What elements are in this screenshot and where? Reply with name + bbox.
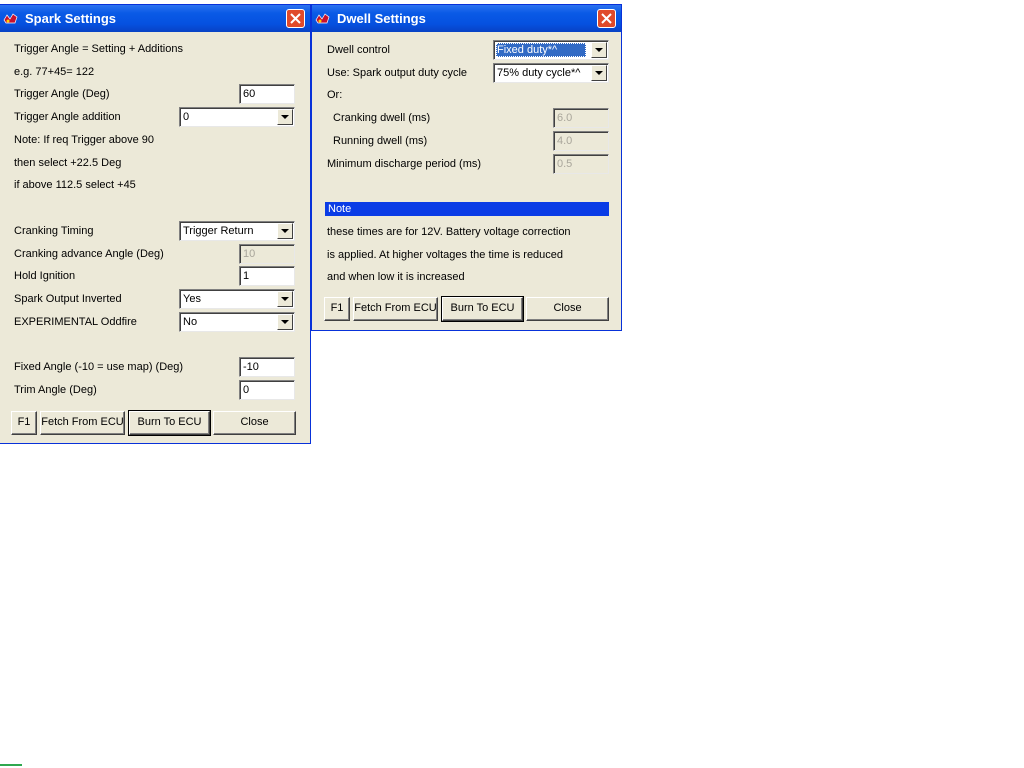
min-discharge-label: Minimum discharge period (ms) — [327, 158, 482, 170]
close-button[interactable] — [286, 9, 305, 28]
min-discharge-input: 0.5 — [553, 154, 609, 174]
trim-angle-label: Trim Angle (Deg) — [14, 384, 97, 396]
chevron-down-icon — [595, 48, 603, 52]
trigger-angle-input[interactable]: 60 — [239, 84, 295, 104]
note-line-3: if above 112.5 select +45 — [14, 179, 136, 191]
f1-help-button[interactable]: F1 — [324, 297, 350, 321]
cranking-dwell-input: 6.0 — [553, 108, 609, 128]
dwell-title-bar[interactable]: Dwell Settings — [312, 5, 621, 32]
or-label: Or: — [327, 89, 343, 101]
close-x-icon — [290, 13, 301, 24]
chevron-down-icon — [281, 297, 289, 301]
dropdown-button[interactable] — [277, 291, 293, 307]
fixed-angle-label: Fixed Angle (-10 = use map) (Deg) — [14, 361, 184, 373]
note-line-1: these times are for 12V. Battery voltage… — [327, 226, 571, 238]
trim-angle-input[interactable]: 0 — [239, 380, 295, 400]
close-button[interactable] — [597, 9, 616, 28]
cranking-dwell-label: Cranking dwell (ms) — [333, 112, 431, 124]
running-dwell-input: 4.0 — [553, 131, 609, 151]
close-dialog-button[interactable]: Close — [526, 297, 609, 321]
trigger-addition-select[interactable]: 0 — [179, 107, 295, 127]
dropdown-button[interactable] — [277, 223, 293, 239]
note-line-2: is applied. At higher voltages the time … — [327, 249, 564, 261]
close-x-icon — [601, 13, 612, 24]
spark-settings-window: Spark Settings Trigger Angle = Setting +… — [0, 4, 311, 444]
running-dwell-label: Running dwell (ms) — [333, 135, 428, 147]
chevron-down-icon — [281, 115, 289, 119]
dwell-control-select[interactable]: Fixed duty*^ — [493, 40, 609, 60]
hold-ignition-label: Hold Ignition — [14, 270, 76, 282]
taskbar-fragment — [0, 764, 22, 766]
duty-cycle-value: 75% duty cycle*^ — [497, 67, 581, 79]
cranking-timing-select[interactable]: Trigger Return — [179, 221, 295, 241]
chevron-down-icon — [595, 71, 603, 75]
trigger-addition-value: 0 — [183, 111, 190, 123]
note-line-3: and when low it is increased — [327, 271, 465, 283]
chevron-down-icon — [281, 229, 289, 233]
cranking-timing-value: Trigger Return — [183, 225, 254, 237]
oddfire-value: No — [183, 316, 198, 328]
burn-to-ecu-button[interactable]: Burn To ECU — [441, 296, 524, 322]
trigger-angle-label: Trigger Angle (Deg) — [14, 88, 110, 100]
spark-title-bar[interactable]: Spark Settings — [0, 5, 310, 32]
dropdown-button[interactable] — [277, 314, 293, 330]
dropdown-button[interactable] — [591, 65, 607, 81]
note-line-2: then select +22.5 Deg — [14, 157, 122, 169]
burn-to-ecu-button[interactable]: Burn To ECU — [128, 410, 211, 436]
dwell-control-label: Dwell control — [327, 44, 390, 56]
oddfire-select[interactable]: No — [179, 312, 295, 332]
dropdown-button[interactable] — [591, 42, 607, 58]
megasquirt-app-icon — [315, 12, 330, 25]
spark-inverted-label: Spark Output Inverted — [14, 293, 122, 305]
note-line-1: Note: If req Trigger above 90 — [14, 134, 155, 146]
fetch-from-ecu-button[interactable]: Fetch From ECU — [40, 411, 125, 435]
spark-inverted-value: Yes — [183, 293, 201, 305]
example-info-label: e.g. 77+45= 122 — [14, 66, 95, 78]
window-title: Spark Settings — [25, 11, 117, 26]
f1-help-button[interactable]: F1 — [11, 411, 37, 435]
hold-ignition-input[interactable]: 1 — [239, 266, 295, 286]
note-header: Note — [325, 202, 609, 216]
dwell-settings-window: Dwell Settings Dwell control Fixed duty*… — [311, 4, 622, 331]
spark-inverted-select[interactable]: Yes — [179, 289, 295, 309]
fixed-angle-input[interactable]: -10 — [239, 357, 295, 377]
chevron-down-icon — [281, 320, 289, 324]
duty-cycle-label: Use: Spark output duty cycle — [327, 67, 468, 79]
formula-info-label: Trigger Angle = Setting + Additions — [14, 43, 183, 55]
cranking-advance-label: Cranking advance Angle (Deg) — [14, 248, 164, 260]
duty-cycle-select[interactable]: 75% duty cycle*^ — [493, 63, 609, 83]
window-title: Dwell Settings — [337, 11, 426, 26]
trigger-addition-label: Trigger Angle addition — [14, 111, 121, 123]
close-dialog-button[interactable]: Close — [213, 411, 296, 435]
cranking-timing-label: Cranking Timing — [14, 225, 94, 237]
cranking-advance-input: 10 — [239, 244, 295, 264]
dropdown-button[interactable] — [277, 109, 293, 125]
megasquirt-app-icon — [3, 12, 18, 25]
oddfire-label: EXPERIMENTAL Oddfire — [14, 316, 137, 328]
fetch-from-ecu-button[interactable]: Fetch From ECU — [353, 297, 438, 321]
dwell-control-value: Fixed duty*^ — [496, 43, 586, 57]
